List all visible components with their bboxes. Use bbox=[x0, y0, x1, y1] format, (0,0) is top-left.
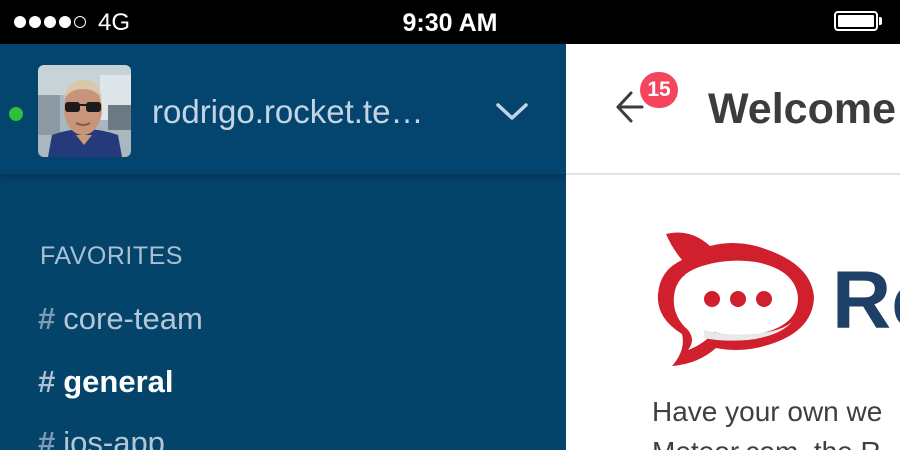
main-panel: 15 Welcome Ro Have your own we Meteor.co… bbox=[566, 44, 900, 450]
username[interactable]: rodrigo.rocket.te… bbox=[152, 92, 423, 132]
unread-badge: 15 bbox=[640, 72, 678, 108]
status-bar: 4G 9:30 AM bbox=[0, 0, 900, 44]
channel-label: ios-app bbox=[63, 425, 165, 450]
welcome-line: Meteor.com, the R bbox=[652, 432, 900, 450]
sidebar: rodrigo.rocket.te… FAVORITES # core-team … bbox=[0, 44, 566, 450]
status-time: 9:30 AM bbox=[402, 9, 498, 37]
page-title: Welcome bbox=[708, 85, 896, 133]
channel-item-core-team[interactable]: # core-team bbox=[38, 300, 203, 338]
online-status-indicator bbox=[9, 107, 23, 121]
avatar[interactable] bbox=[38, 65, 131, 157]
channel-item-ios-app[interactable]: # ios-app bbox=[38, 424, 165, 450]
hash-icon: # bbox=[38, 425, 56, 450]
rocket-chat-logo: Ro bbox=[652, 226, 900, 368]
channel-item-general[interactable]: # general bbox=[38, 363, 174, 401]
welcome-text: Have your own we Meteor.com, the R bbox=[652, 392, 900, 450]
main-header: 15 Welcome bbox=[566, 44, 900, 175]
hash-icon: # bbox=[38, 364, 56, 399]
channel-label: general bbox=[63, 364, 174, 399]
logo-wordmark: Ro bbox=[832, 255, 900, 346]
battery-icon bbox=[834, 11, 882, 33]
channel-label: core-team bbox=[63, 301, 203, 336]
welcome-line: Have your own we bbox=[652, 396, 883, 427]
user-header[interactable]: rodrigo.rocket.te… bbox=[0, 44, 566, 174]
chevron-down-icon[interactable] bbox=[495, 96, 529, 126]
hash-icon: # bbox=[38, 301, 56, 336]
section-title-favorites: FAVORITES bbox=[40, 242, 183, 270]
